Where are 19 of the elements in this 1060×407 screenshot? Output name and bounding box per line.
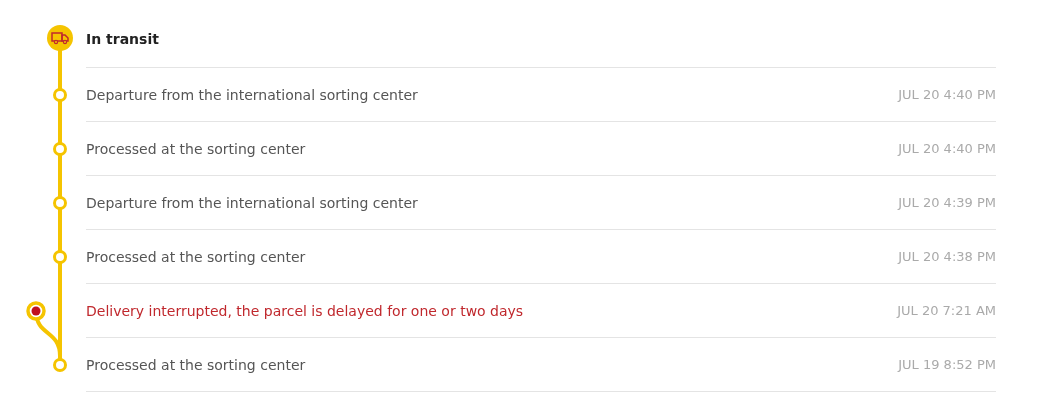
- event-text: Departure from the international sorting center: [86, 194, 418, 211]
- timeline-dot: [53, 358, 67, 372]
- event-time: JUL 20 7:21 AM: [897, 303, 996, 318]
- event-text: Processed at the sorting center: [86, 356, 306, 373]
- event-time: JUL 20 4:39 PM: [898, 195, 996, 210]
- status-title: In transit: [86, 30, 159, 47]
- event-text: Processed at the sorting center: [86, 140, 306, 157]
- timeline-dot: [53, 196, 67, 210]
- event-time: JUL 19 8:52 PM: [898, 357, 996, 372]
- event-text: Departure from the international sorting center: [86, 86, 418, 103]
- event-text: Processed at the sorting center: [86, 248, 306, 265]
- event-time: JUL 20 4:40 PM: [898, 141, 996, 156]
- timeline-dot: [53, 142, 67, 156]
- truck-icon: [47, 25, 73, 51]
- event-text: Delivery interrupted, the parcel is delayed for one or two days: [86, 302, 524, 319]
- timeline-dot: [53, 88, 67, 102]
- timeline-dot: [53, 250, 67, 264]
- event-time: JUL 20 4:40 PM: [898, 87, 996, 102]
- event-time: JUL 20 4:38 PM: [898, 249, 996, 264]
